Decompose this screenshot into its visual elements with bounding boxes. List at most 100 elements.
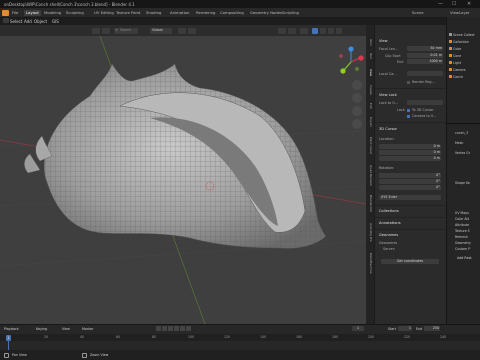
tab-blendergis[interactable]: BlenderGIS	[367, 195, 373, 212]
properties-section[interactable]: UV Maps	[455, 211, 469, 215]
tab-edit[interactable]: Edit	[367, 103, 373, 109]
workspace-tab-texture-paint[interactable]: Texture Paint	[116, 10, 141, 15]
camera-view-icon[interactable]	[352, 106, 362, 116]
outliner-item[interactable]: Cone	[449, 54, 461, 60]
workspace-tab-animation[interactable]: Animation	[170, 10, 189, 15]
cursor-loc-z[interactable]: 0 m	[379, 156, 441, 161]
material-shading-icon[interactable]	[328, 27, 334, 34]
view-layer-label[interactable]: ViewLayer	[450, 10, 470, 15]
workspace-tab-modeling[interactable]: Modeling	[44, 10, 61, 15]
properties-section[interactable]: Mesh	[455, 141, 463, 145]
blender-logo-icon[interactable]	[2, 9, 9, 16]
render-region-checkbox[interactable]	[407, 81, 410, 84]
tab-export[interactable]: Export	[367, 117, 373, 127]
cursor-rot-y[interactable]: 0°	[379, 179, 441, 184]
3d-viewport[interactable]	[0, 36, 366, 324]
workspace-tab-uv-editing[interactable]: UV Editing	[94, 10, 114, 15]
tab-meshmachine[interactable]: MeshMachine	[367, 253, 373, 273]
menu-gis[interactable]: GIS	[52, 19, 59, 24]
view-section-header[interactable]: View	[379, 39, 388, 43]
menu-file[interactable]: File	[12, 10, 18, 15]
timeline-menu-view[interactable]: View	[62, 327, 70, 331]
snap-icon[interactable]	[102, 27, 110, 34]
properties-section[interactable]: Remesh	[455, 235, 468, 239]
to-3d-cursor-checkbox[interactable]	[407, 109, 410, 112]
workspace-tab-geometry-nodes[interactable]: Geometry Nodes	[250, 10, 282, 15]
xray-icon[interactable]	[312, 27, 318, 34]
visibility-icon[interactable]	[278, 27, 286, 34]
properties-section[interactable]: Texture S	[455, 229, 470, 233]
tab-quad-remesh[interactable]: Quad Remesh	[367, 165, 373, 186]
get-coordinates-button[interactable]: Get coordinates	[381, 259, 439, 264]
end-frame-field[interactable]: 250	[424, 326, 440, 331]
current-frame-field[interactable]: 1	[352, 326, 364, 331]
tab-create[interactable]: Create	[367, 85, 373, 95]
playback-controls[interactable]	[156, 326, 196, 332]
rotation-mode-dropdown[interactable]: XYZ Euler	[379, 195, 441, 200]
cursor-rot-z[interactable]: 0°	[379, 185, 441, 190]
clip-end-field[interactable]: 1000 m	[407, 59, 443, 64]
3d-cursor-section-header[interactable]: 3D Cursor	[379, 127, 397, 131]
jump-start-icon[interactable]	[156, 326, 161, 331]
add-rest-label[interactable]: Add Rest	[457, 256, 472, 260]
pan-icon[interactable]	[352, 93, 362, 103]
geonames-section-header[interactable]: Geonames	[379, 233, 398, 237]
annotations-section-header[interactable]: Annotations	[379, 221, 401, 225]
rendered-shading-icon[interactable]	[336, 27, 342, 34]
menu-object[interactable]: Object	[34, 19, 47, 24]
tab-point-cloud[interactable]: Point Cloud	[367, 137, 373, 154]
solid-shading-icon[interactable]	[320, 27, 326, 34]
perspective-toggle-icon[interactable]	[352, 119, 362, 129]
jump-end-icon[interactable]	[186, 326, 191, 331]
timeline-menu-keying[interactable]: Keying	[36, 327, 47, 331]
collections-section-header[interactable]: Collections	[379, 209, 399, 213]
properties-section[interactable]: Geometry	[455, 241, 471, 245]
outliner-item[interactable]: Scene Collect	[449, 33, 475, 39]
workspace-tab-shading[interactable]: Shading	[146, 10, 161, 15]
editor-type-icon[interactable]	[3, 18, 9, 23]
view-lock-section-header[interactable]: View Lock	[379, 93, 397, 97]
clip-start-field[interactable]: 0.01 m	[407, 53, 443, 58]
workspace-tab-compositing[interactable]: Compositing	[220, 10, 244, 15]
properties-section[interactable]: Attribute	[455, 223, 469, 227]
properties-section[interactable]: conch_3	[455, 131, 468, 135]
timeline-ruler[interactable]: 020406080100120140160180200220240 1	[0, 334, 480, 341]
tab-item[interactable]: Item	[367, 39, 373, 46]
transform-icon[interactable]	[92, 27, 100, 34]
local-camera-field[interactable]	[407, 71, 443, 76]
maximize-button[interactable]: ☐	[452, 1, 456, 7]
outliner-item[interactable]: Collection	[449, 40, 469, 46]
outliner-item[interactable]: Cube	[449, 47, 461, 53]
minimize-button[interactable]: —	[438, 1, 443, 7]
tab-tool[interactable]: Tool	[367, 53, 373, 59]
timeline-menu-playback[interactable]: Playback	[4, 327, 19, 331]
cursor-loc-x[interactable]: 0 m	[379, 144, 441, 149]
start-frame-field[interactable]: 1	[398, 326, 412, 331]
outliner-item[interactable]: Conch	[449, 75, 463, 81]
proportional-edit-icon[interactable]	[188, 27, 196, 34]
camera-to-view-checkbox[interactable]	[407, 115, 410, 118]
properties-section[interactable]: Shape Ke	[455, 181, 470, 185]
outliner-item[interactable]: Camera	[449, 68, 466, 74]
timeline-menu-marker[interactable]: Marker	[82, 327, 93, 331]
overlay-icon[interactable]	[300, 27, 308, 34]
outliner-item[interactable]: Light	[449, 61, 461, 67]
properties-section[interactable]: Color Att	[455, 217, 469, 221]
search-input[interactable]: Search ⚲	[114, 27, 138, 34]
workspace-tab-layout[interactable]: Layout	[24, 9, 41, 16]
workspace-tab-scripting[interactable]: Scripting	[282, 10, 299, 15]
lock-to-object-field[interactable]	[407, 100, 443, 105]
cursor-rot-x[interactable]: 0°	[379, 173, 441, 178]
playhead[interactable]: 1	[6, 334, 11, 341]
close-button[interactable]: ✕	[467, 1, 471, 7]
orientation-dropdown[interactable]: Global	[150, 27, 172, 34]
properties-section[interactable]: Vertex Gr	[455, 151, 470, 155]
prev-keyframe-icon[interactable]	[162, 326, 167, 331]
focal-length-field[interactable]: 50 mm	[407, 46, 443, 51]
pivot-icon[interactable]	[178, 27, 186, 34]
play-icon[interactable]	[174, 326, 179, 331]
menu-select[interactable]: Select	[10, 19, 22, 24]
play-reverse-icon[interactable]	[168, 326, 173, 331]
cursor-loc-y[interactable]: 0 m	[379, 150, 441, 155]
scene-label[interactable]: Scene	[412, 10, 424, 15]
